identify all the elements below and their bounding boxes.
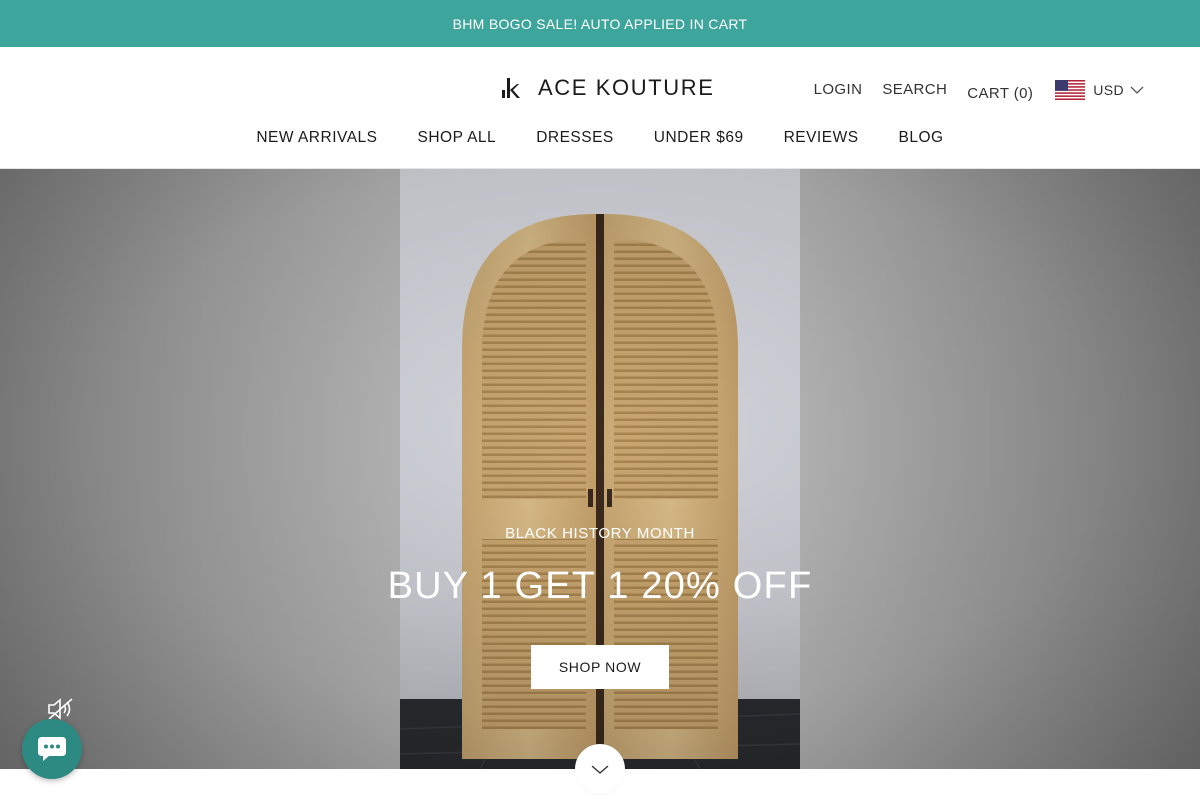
currency-code: USD xyxy=(1093,81,1124,98)
shop-now-button[interactable]: SHOP NOW xyxy=(531,645,669,689)
us-flag-icon xyxy=(1055,79,1086,100)
announcement-text: BHM BOGO SALE! AUTO APPLIED IN CART xyxy=(452,15,748,32)
currency-selector[interactable]: USD xyxy=(1055,79,1144,100)
login-link[interactable]: LOGIN xyxy=(814,81,863,98)
logo-mark-icon xyxy=(502,78,520,98)
nav-item-under-69[interactable]: UNDER $69 xyxy=(654,129,744,147)
header-actions: LOGIN SEARCH CART (0) USD xyxy=(794,77,1144,102)
main-nav: NEW ARRIVALS SHOP ALL DRESSES UNDER $69 … xyxy=(0,129,1200,147)
nav-item-dresses[interactable]: DRESSES xyxy=(536,129,614,147)
site-header: ACE KOUTURE LOGIN SEARCH CART (0) USD NE… xyxy=(0,47,1200,169)
hero-banner: BLACK HISTORY MONTH BUY 1 GET 1 20% OFF … xyxy=(0,169,1200,769)
search-link[interactable]: SEARCH xyxy=(882,81,947,98)
nav-item-blog[interactable]: BLOG xyxy=(899,129,944,147)
logo-text: ACE KOUTURE xyxy=(538,75,715,100)
site-logo[interactable]: ACE KOUTURE xyxy=(500,75,715,101)
scroll-down-button[interactable] xyxy=(575,744,625,794)
chevron-down-icon xyxy=(1130,86,1144,94)
hero-title: BUY 1 GET 1 20% OFF xyxy=(387,565,813,607)
nav-item-new-arrivals[interactable]: NEW ARRIVALS xyxy=(256,129,377,147)
cart-link[interactable]: CART (0) xyxy=(967,85,1033,102)
hero-kicker: BLACK HISTORY MONTH xyxy=(505,525,695,542)
nav-item-shop-all[interactable]: SHOP ALL xyxy=(418,129,497,147)
chat-button[interactable] xyxy=(22,719,82,779)
chevron-down-icon xyxy=(591,765,609,774)
announcement-bar: BHM BOGO SALE! AUTO APPLIED IN CART xyxy=(0,0,1200,47)
nav-item-reviews[interactable]: REVIEWS xyxy=(784,129,859,147)
chat-bubble-icon xyxy=(38,737,66,761)
